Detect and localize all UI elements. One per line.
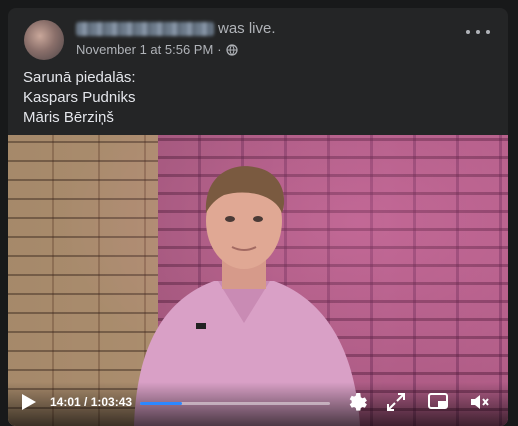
post-line-2: Kaspars Pudniks <box>23 89 136 106</box>
author-name-redacted[interactable] <box>76 22 214 36</box>
video-controls: 14:01 / 1:03:43 <box>8 382 508 426</box>
live-status: was live. <box>218 20 276 37</box>
volume-muted-icon[interactable] <box>468 390 492 414</box>
meta-separator: · <box>217 42 222 57</box>
dot <box>466 30 470 34</box>
picture-in-picture-icon[interactable] <box>426 390 450 414</box>
post-text: Sarunā piedalās: Kaspars Pudniks Māris B… <box>23 68 136 128</box>
post-meta: November 1 at 5:56 PM · <box>76 42 238 57</box>
progress-bar[interactable] <box>140 402 330 405</box>
dot <box>486 30 490 34</box>
dot <box>476 30 480 34</box>
post-line-3: Māris Bērziņš <box>23 109 114 126</box>
play-icon[interactable] <box>22 394 36 410</box>
globe-icon[interactable] <box>226 43 238 56</box>
time-display: 14:01 / 1:03:43 <box>50 395 133 409</box>
post-card: was live. November 1 at 5:56 PM · Sarunā… <box>8 8 508 426</box>
avatar[interactable] <box>24 20 64 60</box>
video-player[interactable]: 14:01 / 1:03:43 <box>8 135 508 426</box>
fullscreen-icon[interactable] <box>384 390 408 414</box>
post-line-1: Sarunā piedalās: <box>23 69 136 86</box>
post-timestamp[interactable]: November 1 at 5:56 PM <box>76 42 213 57</box>
gear-icon[interactable] <box>346 390 370 414</box>
progress-fill <box>140 402 182 405</box>
more-options-button[interactable] <box>466 24 490 40</box>
